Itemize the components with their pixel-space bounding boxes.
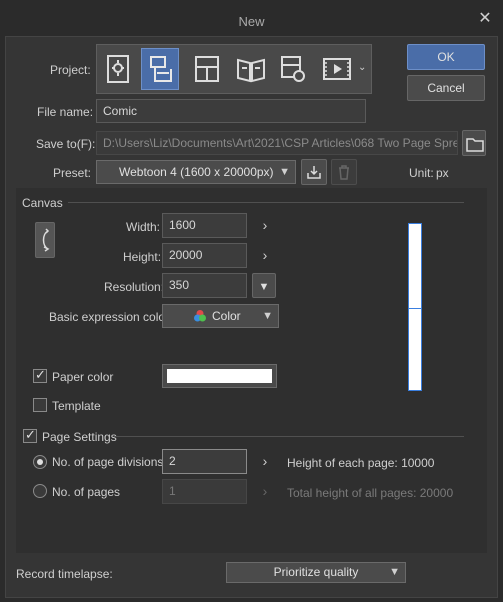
paper-color-checkbox[interactable] (33, 367, 47, 383)
chevron-down-icon: ▼ (389, 566, 400, 578)
color-circles-icon (194, 310, 206, 322)
preset-value: Webtoon 4 (1600 x 20000px) (119, 165, 274, 179)
register-preset-button[interactable] (301, 159, 327, 185)
browse-folder-button[interactable] (462, 130, 486, 156)
rotate-icon (42, 228, 50, 252)
width-label: Width: (126, 220, 161, 234)
page-divisions-radio[interactable] (33, 455, 47, 469)
chevron-right-icon: › (262, 483, 268, 499)
preset-dropdown[interactable]: Webtoon 4 (1600 x 20000px) ▼ (96, 160, 296, 184)
illustration-icon (107, 55, 129, 83)
pages-label: No. of pages (52, 485, 121, 499)
unit-value: px (436, 166, 449, 180)
width-input[interactable]: 1600 (162, 213, 247, 238)
file-name-label: File name: (37, 105, 94, 119)
project-print-button[interactable] (273, 48, 311, 90)
unit-label: Unit: (409, 166, 434, 180)
resolution-dropdown-button[interactable]: ▼ (252, 273, 276, 298)
chevron-down-icon: ▼ (262, 310, 273, 322)
page-settings-divider (114, 436, 464, 437)
chevron-down-icon: ▼ (258, 281, 270, 293)
paper-color-swatch[interactable] (162, 364, 277, 388)
book-icon (237, 58, 265, 83)
project-comic-button[interactable] (187, 48, 225, 90)
comic-page-icon (195, 56, 219, 82)
canvas-divider (68, 202, 464, 203)
page-settings-heading: Page Settings (42, 430, 117, 444)
height-input[interactable]: 20000 (162, 243, 247, 268)
pages-radio[interactable] (33, 484, 47, 498)
file-name-input[interactable]: Comic (96, 99, 366, 123)
total-height-info: Total height of all pages: 20000 (287, 486, 454, 500)
pages-input[interactable]: 1 (162, 479, 247, 504)
paper-color-label: Paper color (52, 370, 114, 384)
expression-color-value: Color (212, 309, 241, 323)
swap-orientation-button[interactable] (35, 222, 55, 258)
folder-icon (466, 138, 484, 152)
timelapse-value: Prioritize quality (273, 565, 359, 579)
project-animation-button[interactable] (316, 48, 354, 90)
settings-page-icon (281, 56, 305, 82)
delete-preset-button[interactable] (331, 159, 357, 185)
project-book-button[interactable] (230, 48, 268, 90)
cancel-button[interactable]: Cancel (407, 75, 485, 101)
resolution-label: Resolution: (104, 280, 165, 294)
preset-label: Preset: (53, 166, 92, 180)
chevron-right-icon[interactable]: › (258, 247, 272, 263)
template-label: Template (52, 399, 101, 413)
resolution-input[interactable]: 350 (162, 273, 247, 298)
save-path-input[interactable]: D:\Users\Liz\Documents\Art\2021\CSP Arti… (96, 131, 458, 155)
timelapse-label: Record timelapse: (16, 567, 113, 581)
canvas-heading: Canvas (22, 196, 63, 210)
chevron-down-icon: ▼ (279, 166, 290, 178)
save-to-label: Save to(F): (36, 137, 96, 151)
trash-icon (339, 165, 349, 180)
project-webtoon-button[interactable] (141, 48, 179, 90)
page-settings-checkbox[interactable] (23, 427, 37, 443)
chevron-down-icon[interactable]: ⌄ (358, 62, 366, 73)
canvas-preview (408, 223, 422, 391)
project-illustration-button[interactable] (100, 48, 138, 90)
chevron-right-icon[interactable]: › (258, 453, 272, 469)
page-divisions-label: No. of page divisions (52, 455, 164, 469)
page-divisions-input[interactable]: 2 (162, 449, 247, 474)
template-checkbox[interactable] (33, 398, 47, 412)
window-title: New (238, 14, 265, 29)
height-label: Height: (123, 250, 162, 264)
timelapse-dropdown[interactable]: Prioritize quality ▼ (226, 562, 406, 583)
expression-color-label: Basic expression color: (49, 310, 173, 324)
animation-film-icon (323, 58, 351, 80)
ok-button[interactable]: OK (407, 44, 485, 70)
close-icon[interactable]: ✕ (476, 10, 494, 28)
project-label: Project: (50, 63, 91, 77)
save-preset-icon (307, 166, 321, 179)
webtoon-icon (150, 56, 172, 82)
expression-color-dropdown[interactable]: Color ▼ (162, 304, 279, 328)
page-height-info: Height of each page: 10000 (287, 456, 435, 470)
chevron-right-icon[interactable]: › (258, 217, 272, 233)
